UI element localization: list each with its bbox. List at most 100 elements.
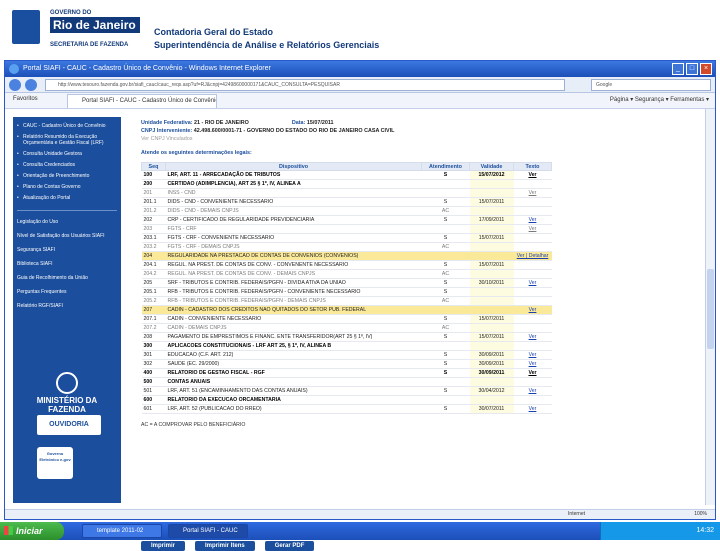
favorites-button[interactable]: Favoritos [13, 96, 38, 102]
row-validade [469, 395, 514, 405]
row-dispositivo: REGUL. NA PREST. DE CONTAS DE CONV. - DE… [165, 269, 422, 279]
row-validade [469, 287, 514, 297]
slide-header: GOVERNO DO Rio de Janeiro SECRETARIA DE … [0, 0, 720, 58]
sidebar-item-plano-contas[interactable]: Plano de Contas Governo [13, 182, 121, 193]
emblem-icon [56, 372, 78, 394]
row-validade [469, 341, 514, 351]
row-validade: 30/09/2011 [469, 359, 514, 369]
table-row: 200 CERTIDAO (ADIMPLENCIA), ART 25 § 1º, … [141, 179, 552, 189]
table-row: 100 LRF, ART. 11 - ARRECADAÇÃO DE TRIBUTO… [141, 170, 552, 180]
date-value: 15/07/2011 [306, 120, 334, 126]
search-input[interactable]: Google [591, 79, 711, 91]
row-dispositivo: FGTS - CRF [165, 224, 422, 234]
browser-window: Portal SIAFI - CAUC - Cadastro Único de … [4, 60, 716, 551]
row-validade [469, 179, 514, 189]
cnpj-line: CNPJ Interveniente: 42.498.600/0001-71 -… [141, 127, 561, 135]
row-texto-link[interactable]: Ver [513, 386, 552, 396]
sidebar-link-relatorio[interactable]: Relatório RGF/SIAFI [13, 301, 121, 315]
maximize-button[interactable]: □ [686, 63, 698, 75]
system-tray: 14:32 [600, 522, 720, 540]
row-validade: 30/04/2012 [469, 386, 514, 396]
row-texto-link[interactable]: Ver [513, 368, 552, 378]
taskbar-item-portal[interactable]: Portal SIAFI - CAUC [168, 524, 248, 538]
sidebar-item-cauc[interactable]: CAUC - Cadastro Único de Convênio [13, 121, 121, 132]
row-seq: 204 [141, 251, 166, 261]
cnpj-label: CNPJ Interveniente: [141, 128, 193, 134]
row-texto-link[interactable]: Ver [513, 215, 552, 225]
window-titlebar[interactable]: Portal SIAFI - CAUC - Cadastro Único de … [5, 61, 715, 77]
taskbar-item-template[interactable]: template 2011-02 [82, 524, 162, 538]
row-texto-link [513, 233, 552, 243]
row-texto-link[interactable]: Ver [513, 332, 552, 342]
print-items-button[interactable]: Imprimir Itens [195, 541, 255, 551]
toolbar-menus[interactable]: Página ▾ Segurança ▾ Ferramentas ▾ [610, 96, 709, 103]
table-row: 204 REGULARIDADE NA PRESTACAO DE CONTAS D… [141, 251, 552, 261]
sidebar-link-seguranca[interactable]: Segurança SIAFI [13, 245, 121, 259]
row-dispositivo: PAGAMENTO DE EMPRESTIMOS E FINANC. ENTE … [165, 332, 422, 342]
table-row: 205.2 RFB - TRIBUTOS E CONTRIB. FEDERAIS/… [141, 296, 552, 306]
ministerio-logo[interactable]: MINISTÉRIO DA FAZENDA [21, 372, 113, 414]
clock[interactable]: 14:32 [696, 527, 714, 534]
print-button[interactable]: Imprimir [141, 541, 186, 551]
sidebar-item-orientacao[interactable]: Orientação de Preenchimento [13, 171, 121, 182]
row-texto-link[interactable]: Ver [513, 224, 552, 234]
scroll-thumb[interactable] [707, 269, 714, 349]
col-texto: Texto [513, 162, 552, 171]
ministerio-label: MINISTÉRIO DA FAZENDA [36, 396, 98, 414]
url-input[interactable]: http://www.tesouro.fazenda.gov.br/siafi_… [45, 79, 565, 91]
sidebar-item-unidade-gestora[interactable]: Consulta Unidade Gestora [13, 149, 121, 160]
egov-logo[interactable]: Governo Eletrônico e-gov [37, 447, 73, 479]
row-texto-link[interactable]: Ver [513, 305, 552, 315]
zoom-level[interactable]: 100% [694, 510, 707, 519]
requirements-table: Seq Dispositivo Atendimento Validade Tex… [141, 162, 552, 414]
vertical-scrollbar[interactable] [705, 109, 715, 505]
sidebar-item-credenciados[interactable]: Consulta Credenciados [13, 160, 121, 171]
sidebar-link-legislacao[interactable]: Legislação do Uso [13, 217, 121, 231]
row-texto-link[interactable]: Ver [513, 170, 552, 180]
row-texto-link[interactable]: Ver [513, 188, 552, 198]
row-seq: 601 [141, 404, 166, 414]
row-texto-link[interactable]: Ver [513, 278, 552, 288]
row-texto-link [513, 206, 552, 216]
row-validade [469, 305, 514, 315]
row-atendimento: AC [421, 269, 470, 279]
row-texto-link [513, 377, 552, 387]
start-button[interactable]: Iniciar [0, 522, 64, 540]
slide-subtitle: Superintendência de Análise e Relatórios… [154, 40, 380, 50]
table-row: 203.1 FGTS - CRF - CONVENIENTE NECESSARIO… [141, 233, 552, 243]
row-validade [469, 206, 514, 216]
forward-icon[interactable] [25, 79, 37, 91]
table-row: 207.2 CADIN - DEMAIS CNPJS AC [141, 323, 552, 333]
row-texto-link[interactable]: Ver [513, 404, 552, 414]
date-label: Data: [291, 120, 306, 126]
slide-title: Contadoria Geral do Estado [154, 27, 274, 37]
row-texto-link[interactable]: Ver [513, 359, 552, 369]
sidebar-item-lrf[interactable]: Relatório Resumido da Execução Orçamentá… [13, 132, 121, 149]
sidebar-link-satisfacao[interactable]: Nível de Satisfação dos Usuários SIAFI [13, 231, 121, 245]
sidebar-link-guia[interactable]: Guia de Recolhimento da União [13, 273, 121, 287]
table-row: 500 CONTAS ANUAIS [141, 377, 552, 387]
row-atendimento [421, 224, 470, 234]
row-seq: 302 [141, 359, 166, 369]
windows-flag-icon [4, 526, 13, 535]
table-row: 201 INSS - CND Ver [141, 188, 552, 198]
row-seq: 204.1 [141, 260, 166, 270]
sidebar-item-atualizacao[interactable]: Atualização do Portal [13, 193, 121, 204]
row-validade [469, 188, 514, 198]
sidebar-link-perguntas[interactable]: Perguntas Frequentes [13, 287, 121, 301]
row-dispositivo: RELATORIO DA EXECUCAO ORCAMENTARIA [165, 395, 422, 405]
back-icon[interactable] [9, 79, 21, 91]
pdf-button[interactable]: Gerar PDF [264, 541, 315, 551]
row-seq: 203.1 [141, 233, 166, 243]
close-button[interactable]: × [700, 63, 712, 75]
minimize-button[interactable]: _ [672, 63, 684, 75]
tab-active[interactable]: Portal SIAFI - CAUC - Cadastro Único de … [67, 94, 217, 108]
row-texto-link[interactable]: Ver | Detalhar [513, 251, 552, 261]
sidebar-link-biblioteca[interactable]: Biblioteca SIAFI [13, 259, 121, 273]
row-atendimento: S [421, 332, 470, 342]
col-validade: Validade [469, 162, 514, 171]
row-texto-link[interactable]: Ver [513, 350, 552, 360]
ver-vinculados-link[interactable]: Ver CNPJ Vinculados [141, 135, 561, 143]
row-validade: 30/07/2011 [469, 404, 514, 414]
ouvidoria-logo[interactable]: OUVIDORIA [37, 415, 101, 435]
